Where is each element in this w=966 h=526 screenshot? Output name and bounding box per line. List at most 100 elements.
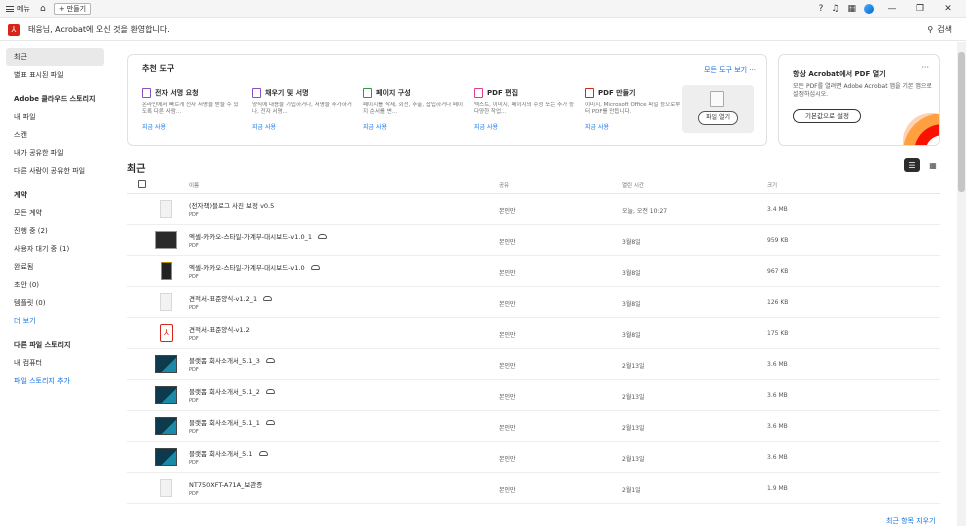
file-name-text: 블랫폼 회사소개서_5.1_1	[189, 419, 260, 427]
create-button[interactable]: + 만들기	[53, 2, 92, 15]
scrollbar-thumb[interactable]	[958, 52, 965, 192]
apps-grid-icon[interactable]: ▦	[847, 4, 856, 14]
sidebar-item-drafts[interactable]: 초안 (0)	[6, 276, 104, 294]
open-file-button[interactable]: 파일 열기	[698, 111, 738, 125]
file-opened-time: 오늘, 오전 10:27	[622, 208, 668, 215]
col-opened[interactable]: 열린 시간	[622, 181, 644, 189]
search-button[interactable]: ⚲ 검색	[927, 24, 952, 35]
select-all-checkbox[interactable]	[138, 180, 146, 188]
file-name-text: 블랫폼 회사소개서_5.1	[189, 450, 253, 458]
tool-fill-sign[interactable]: 채우기 및 서명 양식에 내용을 기입하거나, 서명을 추가하거나, 전자 서명…	[252, 87, 352, 131]
table-row[interactable]: 블랫폼 회사소개서_5.1_2 PDF 본인만 2월13일 3.6 MB	[127, 380, 940, 411]
table-row[interactable]: 엑셀-카카오-스타일-가계부-대시보드-v1.0_1 PDF 본인만 3월8일 959 …	[127, 225, 940, 256]
cloud-icon	[310, 264, 320, 270]
file-type: PDF	[189, 398, 199, 404]
table-row[interactable]: 블랫폼 회사소개서_5.1_1 PDF 본인만 2월13일 3.6 MB	[127, 411, 940, 442]
grid-view-icon[interactable]: ▦	[926, 158, 940, 172]
home-icon[interactable]: ⌂	[36, 2, 50, 16]
file-thumbnail	[160, 479, 172, 497]
tool-use-link[interactable]: 지금 사용	[142, 122, 242, 131]
sidebar-add-storage-link[interactable]: 파일 스토리지 추가	[6, 372, 104, 390]
sidebar-item-waiting[interactable]: 사용자 대기 중 (1)	[6, 240, 104, 258]
create-label: 만들기	[66, 4, 87, 13]
file-name[interactable]: 견적서-표준양식-v1.2	[189, 324, 250, 334]
sidebar-item-shared-by-me[interactable]: 내가 공유한 파일	[6, 144, 104, 162]
restore-icon[interactable]: ❐	[910, 4, 930, 14]
tool-request-esign[interactable]: 전자 서명 요청 온라인에서 빠르게 전자 서명을 받을 수 있도록 다른 사람…	[142, 87, 242, 131]
table-row[interactable]: ⅄ 견적서-표준양식-v1.2 PDF 본인만 3월8일 175 KB	[127, 318, 940, 349]
scrollbar[interactable]	[957, 42, 966, 526]
tool-use-link[interactable]: 지금 사용	[252, 122, 352, 131]
sidebar-item-completed[interactable]: 완료됨	[6, 258, 104, 276]
file-thumbnail	[160, 293, 172, 311]
file-opened-time: 2월13일	[622, 456, 645, 463]
table-row[interactable]: 블랫폼 회사소개서_5.1 PDF 본인만 2월13일 3.6 MB	[127, 442, 940, 473]
file-name[interactable]: 블랫폼 회사소개서_5.1	[189, 448, 268, 458]
tool-name: 채우기 및 서명	[265, 89, 309, 97]
sidebar-section-agreements: 계약	[14, 191, 27, 199]
file-thumbnail	[155, 386, 177, 404]
close-icon[interactable]: ✕	[938, 4, 958, 14]
table-row[interactable]: (전자책)블로그 사진 보정 v0.5 PDF 본인만 오늘, 오전 10:27 3.4…	[127, 194, 940, 225]
tool-name: PDF 만들기	[598, 89, 636, 97]
cloud-icon	[318, 233, 327, 239]
organize-pages-icon	[363, 88, 372, 98]
minimize-icon[interactable]: —	[882, 4, 902, 14]
file-name[interactable]: 엑셀-카카오-스타일-가계부-대시보드-v1.0_1	[189, 231, 327, 241]
sidebar-item-in-progress[interactable]: 진행 중 (2)	[6, 222, 104, 240]
table-row[interactable]: 엑셀-카카오-스타일-가계부-대시보드-v1.0 PDF 본인만 3월8일 967 KB	[127, 256, 940, 287]
tool-edit-pdf[interactable]: PDF 편집 텍스트, 이미지, 페이지의 수정 또는 추가 등 다양한 작업.…	[474, 87, 574, 131]
tool-organize-pages[interactable]: 페이지 구성 페이지를 삭제, 회전, 추출, 삽입하거나 페이지 순서를 변.…	[363, 87, 463, 131]
avatar[interactable]	[864, 3, 874, 14]
file-thumbnail	[160, 200, 172, 218]
table-row[interactable]: NT750XFT-A71A_보관증 PDF 본인만 2월1일 1.9 MB	[127, 473, 940, 504]
hamburger-icon	[6, 5, 14, 12]
file-name[interactable]: 블랫폼 회사소개서_5.1_2	[189, 386, 275, 396]
file-shared: 본인만	[499, 487, 516, 494]
edit-pdf-icon	[474, 88, 483, 98]
file-name[interactable]: 엑셀-카카오-스타일-가계부-대시보드-v1.0	[189, 262, 320, 272]
file-name[interactable]: NT750XFT-A71A_보관증	[189, 479, 262, 489]
tool-use-link[interactable]: 지금 사용	[585, 122, 685, 131]
sidebar-item-all-agreements[interactable]: 모든 계약	[6, 204, 104, 222]
table-row[interactable]: 블랫폼 회사소개서_5.1_3 PDF 본인만 2월13일 3.6 MB	[127, 349, 940, 380]
tool-use-link[interactable]: 지금 사용	[474, 122, 574, 131]
more-options-icon[interactable]: ···	[921, 63, 929, 72]
menu-button[interactable]: 메뉴	[0, 4, 36, 14]
help-icon[interactable]: ?	[819, 4, 824, 14]
search-icon: ⚲	[927, 25, 934, 34]
file-name[interactable]: (전자책)블로그 사진 보정 v0.5	[189, 200, 274, 210]
tool-name: PDF 편집	[487, 89, 519, 97]
col-shared[interactable]: 공유	[499, 181, 509, 189]
open-file-dropzone[interactable]: 파일 열기	[682, 85, 754, 133]
file-name[interactable]: 견적서-표준양식-v1.2_1	[189, 293, 273, 303]
sidebar-item-scans[interactable]: 스캔	[6, 126, 104, 144]
sidebar-item-recent[interactable]: 최근	[6, 48, 104, 66]
col-name[interactable]: 이름	[189, 181, 199, 189]
col-size[interactable]: 크기	[767, 181, 777, 189]
cloud-icon	[258, 450, 268, 456]
cloud-icon	[265, 419, 275, 425]
pdf-file-icon: ⅄	[160, 324, 173, 342]
tool-create-pdf[interactable]: PDF 만들기 이미지, Microsoft Office 파일 등으로부터 P…	[585, 87, 685, 131]
notification-bell-icon[interactable]: ♫	[831, 4, 839, 14]
sidebar-item-templates[interactable]: 템플릿 (0)	[6, 294, 104, 312]
sidebar-more-link[interactable]: 더 보기	[6, 312, 104, 330]
sidebar-item-my-files[interactable]: 내 파일	[6, 108, 104, 126]
file-name-text: NT750XFT-A71A_보관증	[189, 481, 263, 489]
file-shared: 본인만	[499, 208, 516, 215]
file-name[interactable]: 블랫폼 회사소개서_5.1_3	[189, 355, 275, 365]
list-view-icon[interactable]: ☰	[904, 158, 920, 172]
sidebar-item-starred[interactable]: 별표 표시된 파일	[6, 66, 104, 84]
set-default-button[interactable]: 기본값으로 설정	[793, 109, 861, 123]
sidebar-item-my-computer[interactable]: 내 컴퓨터	[6, 354, 104, 372]
file-size: 3.4 MB	[767, 206, 788, 213]
sidebar-item-shared-by-others[interactable]: 다른 사람이 공유한 파일	[6, 162, 104, 180]
see-all-tools-link[interactable]: 모든 도구 보기 ···	[704, 65, 756, 75]
file-name[interactable]: 블랫폼 회사소개서_5.1_1	[189, 417, 275, 427]
table-row[interactable]: 견적서-표준양식-v1.2_1 PDF 본인만 3월8일 126 KB	[127, 287, 940, 318]
promo-desc: 모든 PDF를 열려면 Adobe Acrobat 앱을 기본 앱으로 설정하십…	[793, 83, 932, 98]
cloud-icon	[265, 388, 275, 394]
tool-use-link[interactable]: 지금 사용	[363, 122, 463, 131]
clear-recent-link[interactable]: 최근 항목 지우기	[886, 516, 936, 526]
